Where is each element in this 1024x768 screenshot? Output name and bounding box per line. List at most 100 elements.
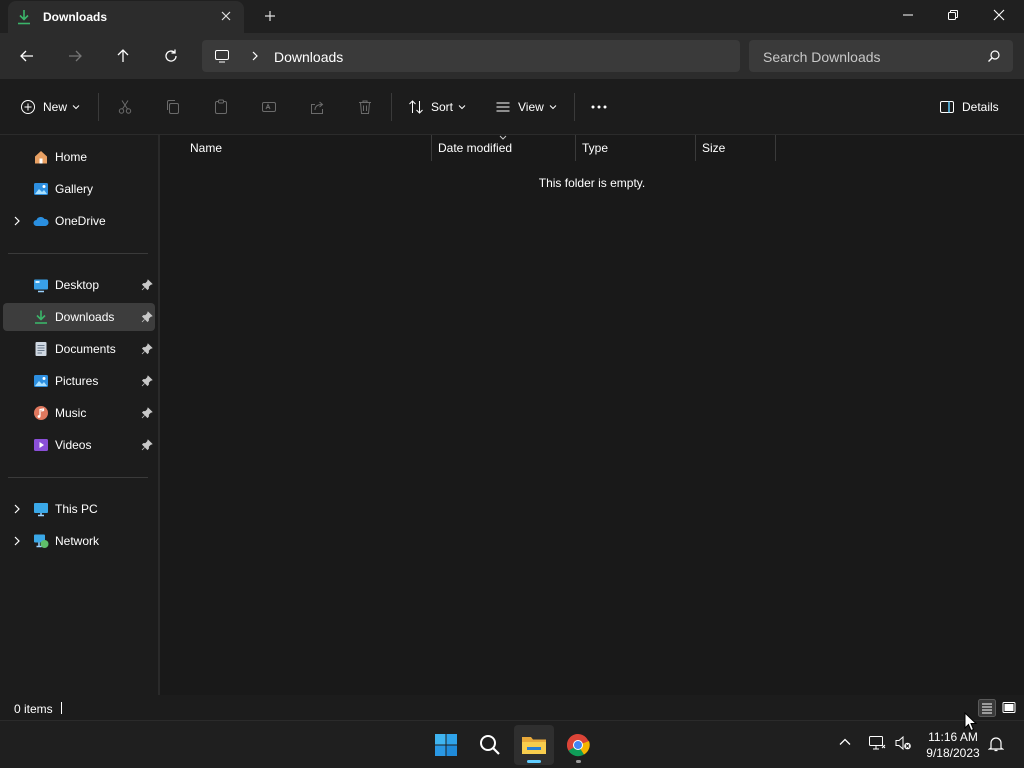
volume-muted-icon[interactable] (894, 734, 912, 752)
sidebar-item-label: OneDrive (55, 214, 106, 228)
more-options-button[interactable] (590, 95, 608, 119)
item-count: 0 items (14, 702, 53, 716)
sidebar-item-label: Downloads (55, 310, 115, 324)
share-button[interactable] (309, 95, 325, 119)
sidebar-item-downloads[interactable]: Downloads (3, 303, 155, 331)
minimize-button[interactable] (885, 0, 931, 30)
chevron-right-icon[interactable] (11, 215, 23, 227)
pin-icon[interactable] (141, 375, 153, 387)
restore-button[interactable] (930, 0, 976, 30)
search-placeholder: Search Downloads (763, 49, 881, 65)
sidebar-item-onedrive[interactable]: OneDrive (3, 207, 155, 235)
chevron-down-icon (458, 105, 466, 110)
pin-icon[interactable] (141, 279, 153, 291)
sidebar-item-label: This PC (55, 502, 98, 516)
sidebar-item-gallery[interactable]: Gallery (3, 175, 155, 203)
pin-icon[interactable] (141, 407, 153, 419)
column-header-name[interactable]: Name (184, 135, 432, 161)
divider (8, 253, 148, 254)
share-icon (311, 101, 324, 114)
onedrive-icon (33, 216, 49, 226)
chevron-right-icon[interactable] (11, 535, 23, 547)
column-header-label: Name (190, 141, 223, 155)
tab-downloads[interactable]: Downloads (8, 1, 244, 33)
breadcrumb-downloads[interactable]: Downloads (274, 49, 343, 65)
sidebar-item-label: Pictures (55, 374, 99, 388)
file-explorer-icon (522, 737, 546, 754)
copy-button[interactable] (165, 95, 181, 119)
cut-button[interactable] (117, 95, 133, 119)
chevron-up-icon[interactable] (838, 735, 852, 749)
chrome-taskbar-button[interactable] (558, 725, 598, 765)
sidebar-item-music[interactable]: Music (3, 399, 155, 427)
sort-button[interactable]: Sort (408, 95, 466, 119)
command-bar: New Sort View Details (0, 79, 1024, 135)
this-pc-icon (34, 503, 48, 517)
column-header-date-modified[interactable]: Date modified (432, 135, 576, 161)
pin-icon[interactable] (141, 311, 153, 323)
column-header-size[interactable]: Size (696, 135, 776, 161)
notification-bell-icon[interactable] (988, 736, 1004, 752)
chrome-icon (567, 734, 590, 757)
sidebar-item-label: Network (55, 534, 100, 548)
column-header-label: Type (582, 141, 609, 155)
column-divider[interactable] (775, 135, 776, 161)
large-icons-view-icon[interactable] (1000, 699, 1018, 717)
music-icon (34, 406, 48, 420)
desktop-icon (34, 279, 48, 293)
view-button[interactable]: View (495, 95, 557, 119)
file-list[interactable]: Name Date modified Type Size This folder… (160, 135, 1024, 695)
sidebar-item-label: Home (55, 150, 88, 164)
tab-title: Downloads (43, 10, 108, 24)
address-row: Downloads Search Downloads (0, 33, 1024, 79)
details-button[interactable]: Details (939, 95, 999, 119)
close-window-button[interactable] (976, 0, 1022, 30)
sidebar-item-this-pc[interactable]: This PC (3, 495, 155, 523)
close-icon (993, 9, 1005, 21)
new-label: New (43, 100, 68, 114)
taskbar-search-button[interactable] (470, 725, 510, 765)
chevron-right-icon[interactable] (11, 503, 23, 515)
new-button[interactable]: New (20, 95, 80, 119)
new-tab-plus-icon[interactable] (262, 8, 278, 24)
forward-button[interactable] (63, 44, 87, 68)
videos-icon (34, 439, 48, 451)
sidebar-item-desktop[interactable]: Desktop (3, 271, 155, 299)
search-box[interactable]: Search Downloads (749, 40, 1013, 72)
pin-icon[interactable] (141, 439, 153, 451)
sidebar-item-network[interactable]: Network (3, 527, 155, 555)
clock[interactable]: 11:16 AM 9/18/2023 (918, 729, 988, 761)
sidebar-item-documents[interactable]: Documents (3, 335, 155, 363)
mouse-cursor-icon (964, 712, 978, 732)
sidebar-item-label: Videos (55, 438, 92, 452)
details-view-icon[interactable] (978, 699, 996, 717)
refresh-button[interactable] (159, 44, 183, 68)
sort-label: Sort (431, 100, 454, 114)
delete-button[interactable] (357, 95, 373, 119)
pictures-icon (34, 375, 48, 387)
sidebar-item-label: Documents (55, 342, 116, 356)
file-explorer-taskbar-button[interactable] (514, 725, 554, 765)
start-button[interactable] (426, 725, 466, 765)
network-icon (34, 534, 49, 548)
rename-button[interactable] (261, 95, 277, 119)
chevron-right-icon[interactable] (248, 49, 262, 63)
network-status-icon[interactable] (868, 734, 886, 752)
sidebar-item-home[interactable]: Home (3, 143, 155, 171)
active-app-indicator (527, 760, 541, 763)
sidebar-item-label: Gallery (55, 182, 94, 196)
divider (8, 477, 148, 478)
empty-folder-message: This folder is empty. (538, 176, 646, 190)
up-button[interactable] (111, 44, 135, 68)
pin-icon[interactable] (141, 343, 153, 355)
back-button[interactable] (15, 44, 39, 68)
close-tab-icon[interactable] (219, 9, 233, 23)
status-divider (61, 702, 62, 714)
sidebar-item-pictures[interactable]: Pictures (3, 367, 155, 395)
copy-icon (167, 100, 179, 114)
paste-button[interactable] (213, 95, 229, 119)
sidebar-item-label: Desktop (55, 278, 100, 292)
sidebar-item-videos[interactable]: Videos (3, 431, 155, 459)
column-header-type[interactable]: Type (576, 135, 696, 161)
address-bar[interactable]: Downloads (202, 40, 740, 72)
